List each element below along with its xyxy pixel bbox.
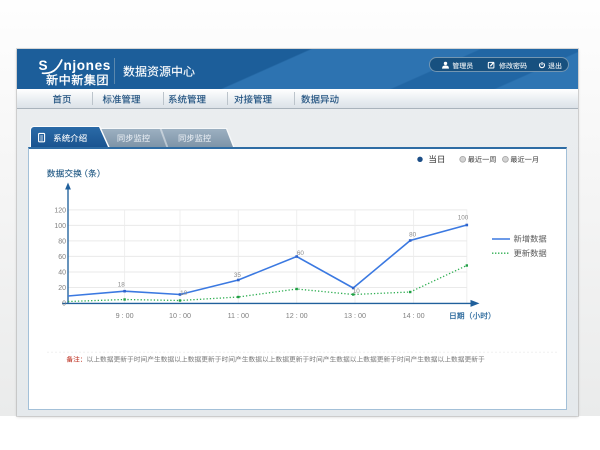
svg-text:60: 60 bbox=[58, 254, 66, 261]
svg-text:100: 100 bbox=[458, 215, 469, 222]
svg-text:10: 10 bbox=[180, 290, 188, 297]
svg-text:80: 80 bbox=[409, 231, 417, 238]
svg-text:40: 40 bbox=[58, 269, 66, 276]
svg-text:S: S bbox=[39, 58, 48, 73]
svg-text:9 : 00: 9 : 00 bbox=[116, 311, 134, 320]
svg-text:60: 60 bbox=[297, 250, 305, 257]
svg-text:11 : 00: 11 : 00 bbox=[228, 311, 249, 320]
svg-text:18: 18 bbox=[118, 281, 126, 288]
svg-text:35: 35 bbox=[234, 272, 242, 279]
svg-text:12 : 00: 12 : 00 bbox=[286, 311, 308, 320]
svg-text:120: 120 bbox=[54, 207, 66, 214]
svg-text:13 : 00: 13 : 00 bbox=[344, 311, 366, 320]
svg-text:80: 80 bbox=[58, 238, 66, 245]
svg-text:10 : 00: 10 : 00 bbox=[169, 311, 191, 320]
svg-text:10: 10 bbox=[353, 288, 361, 295]
svg-text:0: 0 bbox=[62, 300, 66, 307]
svg-text:100: 100 bbox=[54, 223, 66, 230]
svg-text:njones: njones bbox=[64, 58, 111, 73]
svg-text:20: 20 bbox=[58, 285, 66, 292]
svg-text:14 : 00: 14 : 00 bbox=[403, 311, 425, 320]
